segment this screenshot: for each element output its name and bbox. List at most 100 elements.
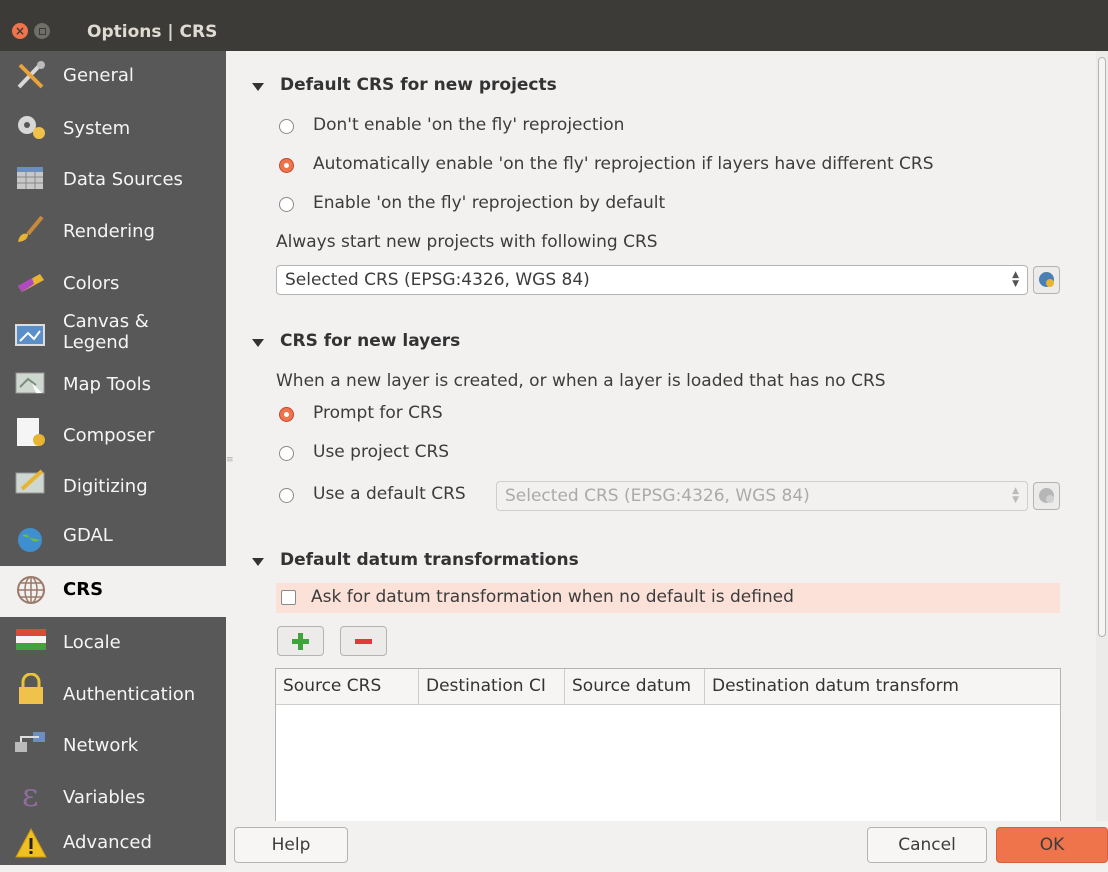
tools-icon — [17, 61, 45, 89]
ask-datum-label[interactable]: Ask for datum transformation when no def… — [311, 587, 794, 607]
spinner-arrows-icon: ▲ ▼ — [1012, 270, 1019, 289]
sidebar-item-label: CRS — [63, 579, 104, 600]
gears-icon — [18, 116, 45, 139]
ask-datum-checkbox[interactable] — [281, 590, 296, 605]
sidebar-item-system[interactable]: System — [0, 102, 226, 153]
sidebar-item-label: Authentication — [63, 684, 196, 705]
lock-icon — [19, 673, 43, 704]
sidebar-item-variables[interactable]: ε Variables — [0, 770, 226, 821]
maximize-window-button[interactable] — [34, 23, 50, 39]
collapse-arrow-icon[interactable] — [252, 558, 264, 566]
collapse-arrow-icon[interactable] — [252, 339, 264, 347]
sidebar-item-crs[interactable]: CRS — [0, 566, 226, 617]
section-title-datum[interactable]: Default datum transformations — [280, 550, 579, 570]
brush-icon — [18, 215, 44, 242]
spinner-arrows-icon: ▲ ▼ — [1012, 486, 1019, 505]
ask-datum-row: Ask for datum transformation when no def… — [276, 583, 1060, 613]
sidebar-item-label: Rendering — [63, 221, 155, 242]
title-bar: × Options | CRS — [0, 0, 1108, 51]
sidebar-item-authentication[interactable]: Authentication — [0, 668, 226, 719]
radio-prompt-crs[interactable] — [279, 407, 294, 422]
radio-no-otf[interactable] — [279, 119, 294, 134]
sidebar-item-label: Colors — [63, 273, 120, 294]
sidebar-item-label: Variables — [63, 787, 146, 808]
default-layer-crs-select[interactable]: Selected CRS (EPSG:4326, WGS 84) ▲ ▼ — [496, 481, 1028, 511]
sidebar-item-canvas-legend[interactable]: Canvas & Legend — [0, 306, 226, 357]
collapse-arrow-icon[interactable] — [252, 83, 264, 91]
sidebar-item-label: Composer — [63, 425, 155, 446]
digitizing-icon — [15, 469, 45, 494]
warning-icon — [15, 827, 47, 858]
vertical-scrollbar[interactable] — [1096, 51, 1108, 821]
sidebar-item-rendering[interactable]: Rendering — [0, 204, 226, 255]
options-sidebar: General System Data Sources Rendering Co… — [0, 51, 226, 865]
gdal-icon — [18, 528, 42, 552]
sidebar-item-digitizing[interactable]: Digitizing — [0, 459, 226, 510]
radio-label-project-crs[interactable]: Use project CRS — [313, 442, 449, 462]
sidebar-item-label: System — [63, 118, 131, 139]
remove-transform-button[interactable] — [340, 626, 387, 656]
sidebar-item-composer[interactable]: Composer — [0, 408, 226, 459]
map-tools-icon — [15, 372, 45, 394]
radio-label-otf-default[interactable]: Enable 'on the fly' reprojection by defa… — [313, 193, 665, 213]
radio-auto-otf[interactable] — [279, 158, 294, 173]
ok-button[interactable]: OK — [996, 827, 1108, 863]
sidebar-item-map-tools[interactable]: Map Tools — [0, 357, 226, 408]
sidebar-item-label: Digitizing — [63, 476, 148, 497]
radio-otf-default[interactable] — [279, 197, 294, 212]
radio-label-auto-otf[interactable]: Automatically enable 'on the fly' reproj… — [313, 154, 934, 174]
window-title: Options | CRS — [87, 22, 218, 42]
sidebar-item-label: Network — [63, 735, 139, 756]
add-transform-button[interactable] — [277, 626, 324, 656]
sidebar-item-colors[interactable]: Colors — [0, 255, 226, 306]
sidebar-item-advanced[interactable]: Advanced — [0, 821, 226, 872]
radio-label-prompt-crs[interactable]: Prompt for CRS — [313, 403, 443, 423]
sidebar-item-label: Canvas & Legend — [63, 311, 149, 353]
globe-icon — [1039, 488, 1054, 503]
dialog-button-bar: Help Cancel OK — [226, 821, 1108, 865]
datum-transform-table[interactable]: Source CRS Destination CI Source datum D… — [275, 668, 1061, 828]
section-title-new-layers[interactable]: CRS for new layers — [280, 331, 460, 351]
composer-icon — [17, 418, 45, 446]
crs-globe-icon — [17, 576, 45, 604]
always-start-label: Always start new projects with following… — [276, 232, 658, 252]
epsilon-icon: ε — [22, 778, 39, 810]
sidebar-item-network[interactable]: Network — [0, 719, 226, 770]
minus-icon — [355, 639, 372, 644]
sidebar-item-data-sources[interactable]: Data Sources — [0, 153, 226, 204]
project-crs-select[interactable]: Selected CRS (EPSG:4326, WGS 84) ▲ ▼ — [276, 265, 1028, 295]
radio-project-crs[interactable] — [279, 446, 294, 461]
sidebar-item-label: GDAL — [63, 525, 113, 546]
radio-default-crs[interactable] — [279, 488, 294, 503]
radio-label-no-otf[interactable]: Don't enable 'on the fly' reprojection — [313, 115, 624, 135]
new-layers-description: When a new layer is created, or when a l… — [276, 371, 886, 391]
globe-icon — [1039, 272, 1054, 287]
sidebar-item-label-line2: Legend — [63, 332, 130, 353]
sidebar-item-label: Locale — [63, 632, 121, 653]
radio-label-default-crs[interactable]: Use a default CRS — [313, 484, 466, 504]
sidebar-item-label: Advanced — [63, 832, 152, 853]
sidebar-item-general[interactable]: General — [0, 51, 226, 102]
column-header-destination-crs[interactable]: Destination CI — [419, 669, 565, 704]
sidebar-item-label-line1: Canvas & — [63, 311, 149, 332]
canvas-icon — [15, 324, 45, 346]
palette-icon — [18, 274, 44, 292]
column-header-source-crs[interactable]: Source CRS — [276, 669, 419, 704]
crs-options-panel: Default CRS for new projects Don't enabl… — [226, 51, 1096, 828]
plus-icon — [292, 633, 309, 650]
close-window-button[interactable]: × — [12, 23, 28, 39]
sidebar-item-gdal[interactable]: GDAL — [0, 510, 226, 561]
column-header-source-datum[interactable]: Source datum — [565, 669, 705, 704]
sidebar-item-label: General — [63, 65, 134, 86]
section-title-default-crs[interactable]: Default CRS for new projects — [280, 75, 557, 95]
network-icon — [15, 732, 45, 752]
cancel-button[interactable]: Cancel — [867, 827, 987, 863]
select-project-crs-button[interactable] — [1033, 266, 1060, 294]
sidebar-item-locale[interactable]: Locale — [0, 617, 226, 668]
column-header-destination-datum[interactable]: Destination datum transform — [705, 669, 1060, 704]
scrollbar-thumb[interactable] — [1098, 57, 1106, 637]
select-layer-crs-button[interactable] — [1033, 482, 1060, 510]
default-layer-crs-value: Selected CRS (EPSG:4326, WGS 84) — [505, 486, 810, 506]
help-button[interactable]: Help — [234, 827, 348, 863]
svg-text:ε: ε — [22, 778, 39, 810]
